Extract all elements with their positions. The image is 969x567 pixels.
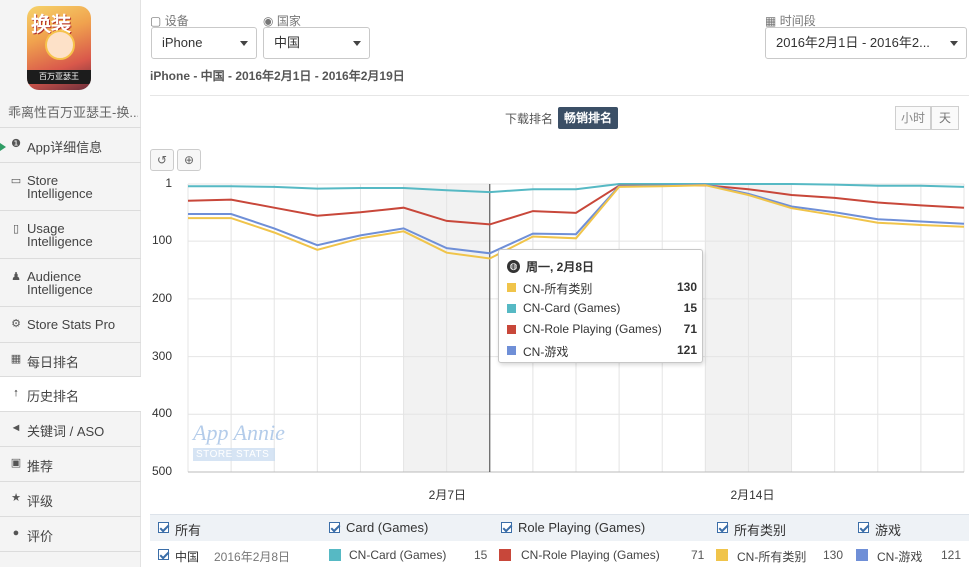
- series-value: 71: [683, 322, 697, 336]
- y-tick-label: 1: [165, 176, 172, 190]
- x-tick-label: 2月7日: [428, 488, 467, 502]
- detail-checkbox-country[interactable]: [158, 549, 169, 560]
- detail-row: 中国 2016年2月8日 CN-Card (Games) 15 CN-Role …: [150, 542, 969, 567]
- y-tick-label: 300: [151, 348, 172, 363]
- detail-games-name: CN-游戏: [877, 550, 923, 564]
- legend-label-allcat: 所有类别: [734, 523, 787, 538]
- detail-date: 2016年2月8日: [214, 550, 291, 564]
- globe-icon: ◍: [507, 260, 520, 273]
- legend-checkbox-games[interactable]: [858, 522, 869, 533]
- series-name: CN-Card (Games): [523, 301, 621, 315]
- legend-label-games: 游戏: [875, 523, 902, 538]
- series-swatch: [856, 549, 868, 561]
- series-name: CN-游戏: [523, 345, 569, 359]
- detail-card-name: CN-Card (Games): [349, 548, 447, 562]
- detail-allcat-name: CN-所有类别: [737, 550, 807, 564]
- detail-rpg-value: 71: [691, 548, 705, 562]
- detail-card-value: 15: [474, 548, 488, 562]
- series-swatch: [507, 304, 516, 313]
- legend-label-card: Card (Games): [346, 520, 429, 535]
- tooltip-date: 周一, 2月8日: [526, 260, 595, 274]
- watermark-title: App Annie: [193, 420, 285, 445]
- y-tick-label: 100: [151, 233, 172, 248]
- legend-checkbox-card[interactable]: [329, 522, 340, 533]
- series-name: CN-所有类别: [523, 282, 593, 296]
- series-value: 121: [676, 343, 697, 357]
- series-swatch: [329, 549, 341, 561]
- legend-checkbox-allcat[interactable]: [717, 522, 728, 533]
- series-swatch: [716, 549, 728, 561]
- chart-tooltip: ◍ 周一, 2月8日 CN-所有类别 130 CN-Card (Games) 1…: [498, 249, 703, 363]
- x-tick-label: 2月14日: [730, 488, 775, 502]
- watermark-subtitle: STORE STATS: [193, 448, 275, 461]
- series-swatch: [507, 346, 516, 355]
- legend-label-rpg: Role Playing (Games): [518, 520, 646, 535]
- watermark: App Annie STORE STATS: [193, 420, 285, 461]
- y-tick-label: 400: [151, 406, 172, 421]
- series-swatch: [507, 283, 516, 292]
- rank-chart[interactable]: [0, 0, 969, 567]
- series-name: CN-Role Playing (Games): [523, 322, 662, 336]
- series-swatch: [499, 549, 511, 561]
- legend-label-all: 所有: [175, 523, 202, 538]
- detail-country: 中国: [175, 550, 200, 564]
- series-value: 130: [676, 280, 697, 294]
- tooltip-header: ◍ 周一, 2月8日: [507, 258, 594, 275]
- y-tick-label: 500: [151, 464, 172, 478]
- y-tick-label: 200: [151, 290, 172, 305]
- series-swatch: [507, 325, 516, 334]
- detail-rpg-name: CN-Role Playing (Games): [521, 548, 660, 562]
- detail-allcat-value: 130: [823, 548, 844, 562]
- legend-checkbox-rpg[interactable]: [501, 522, 512, 533]
- series-legend: 所有 Card (Games) Role Playing (Games) 所有类…: [150, 514, 969, 541]
- legend-checkbox-all[interactable]: [158, 522, 169, 533]
- series-value: 15: [683, 301, 697, 315]
- detail-games-value: 121: [941, 548, 962, 562]
